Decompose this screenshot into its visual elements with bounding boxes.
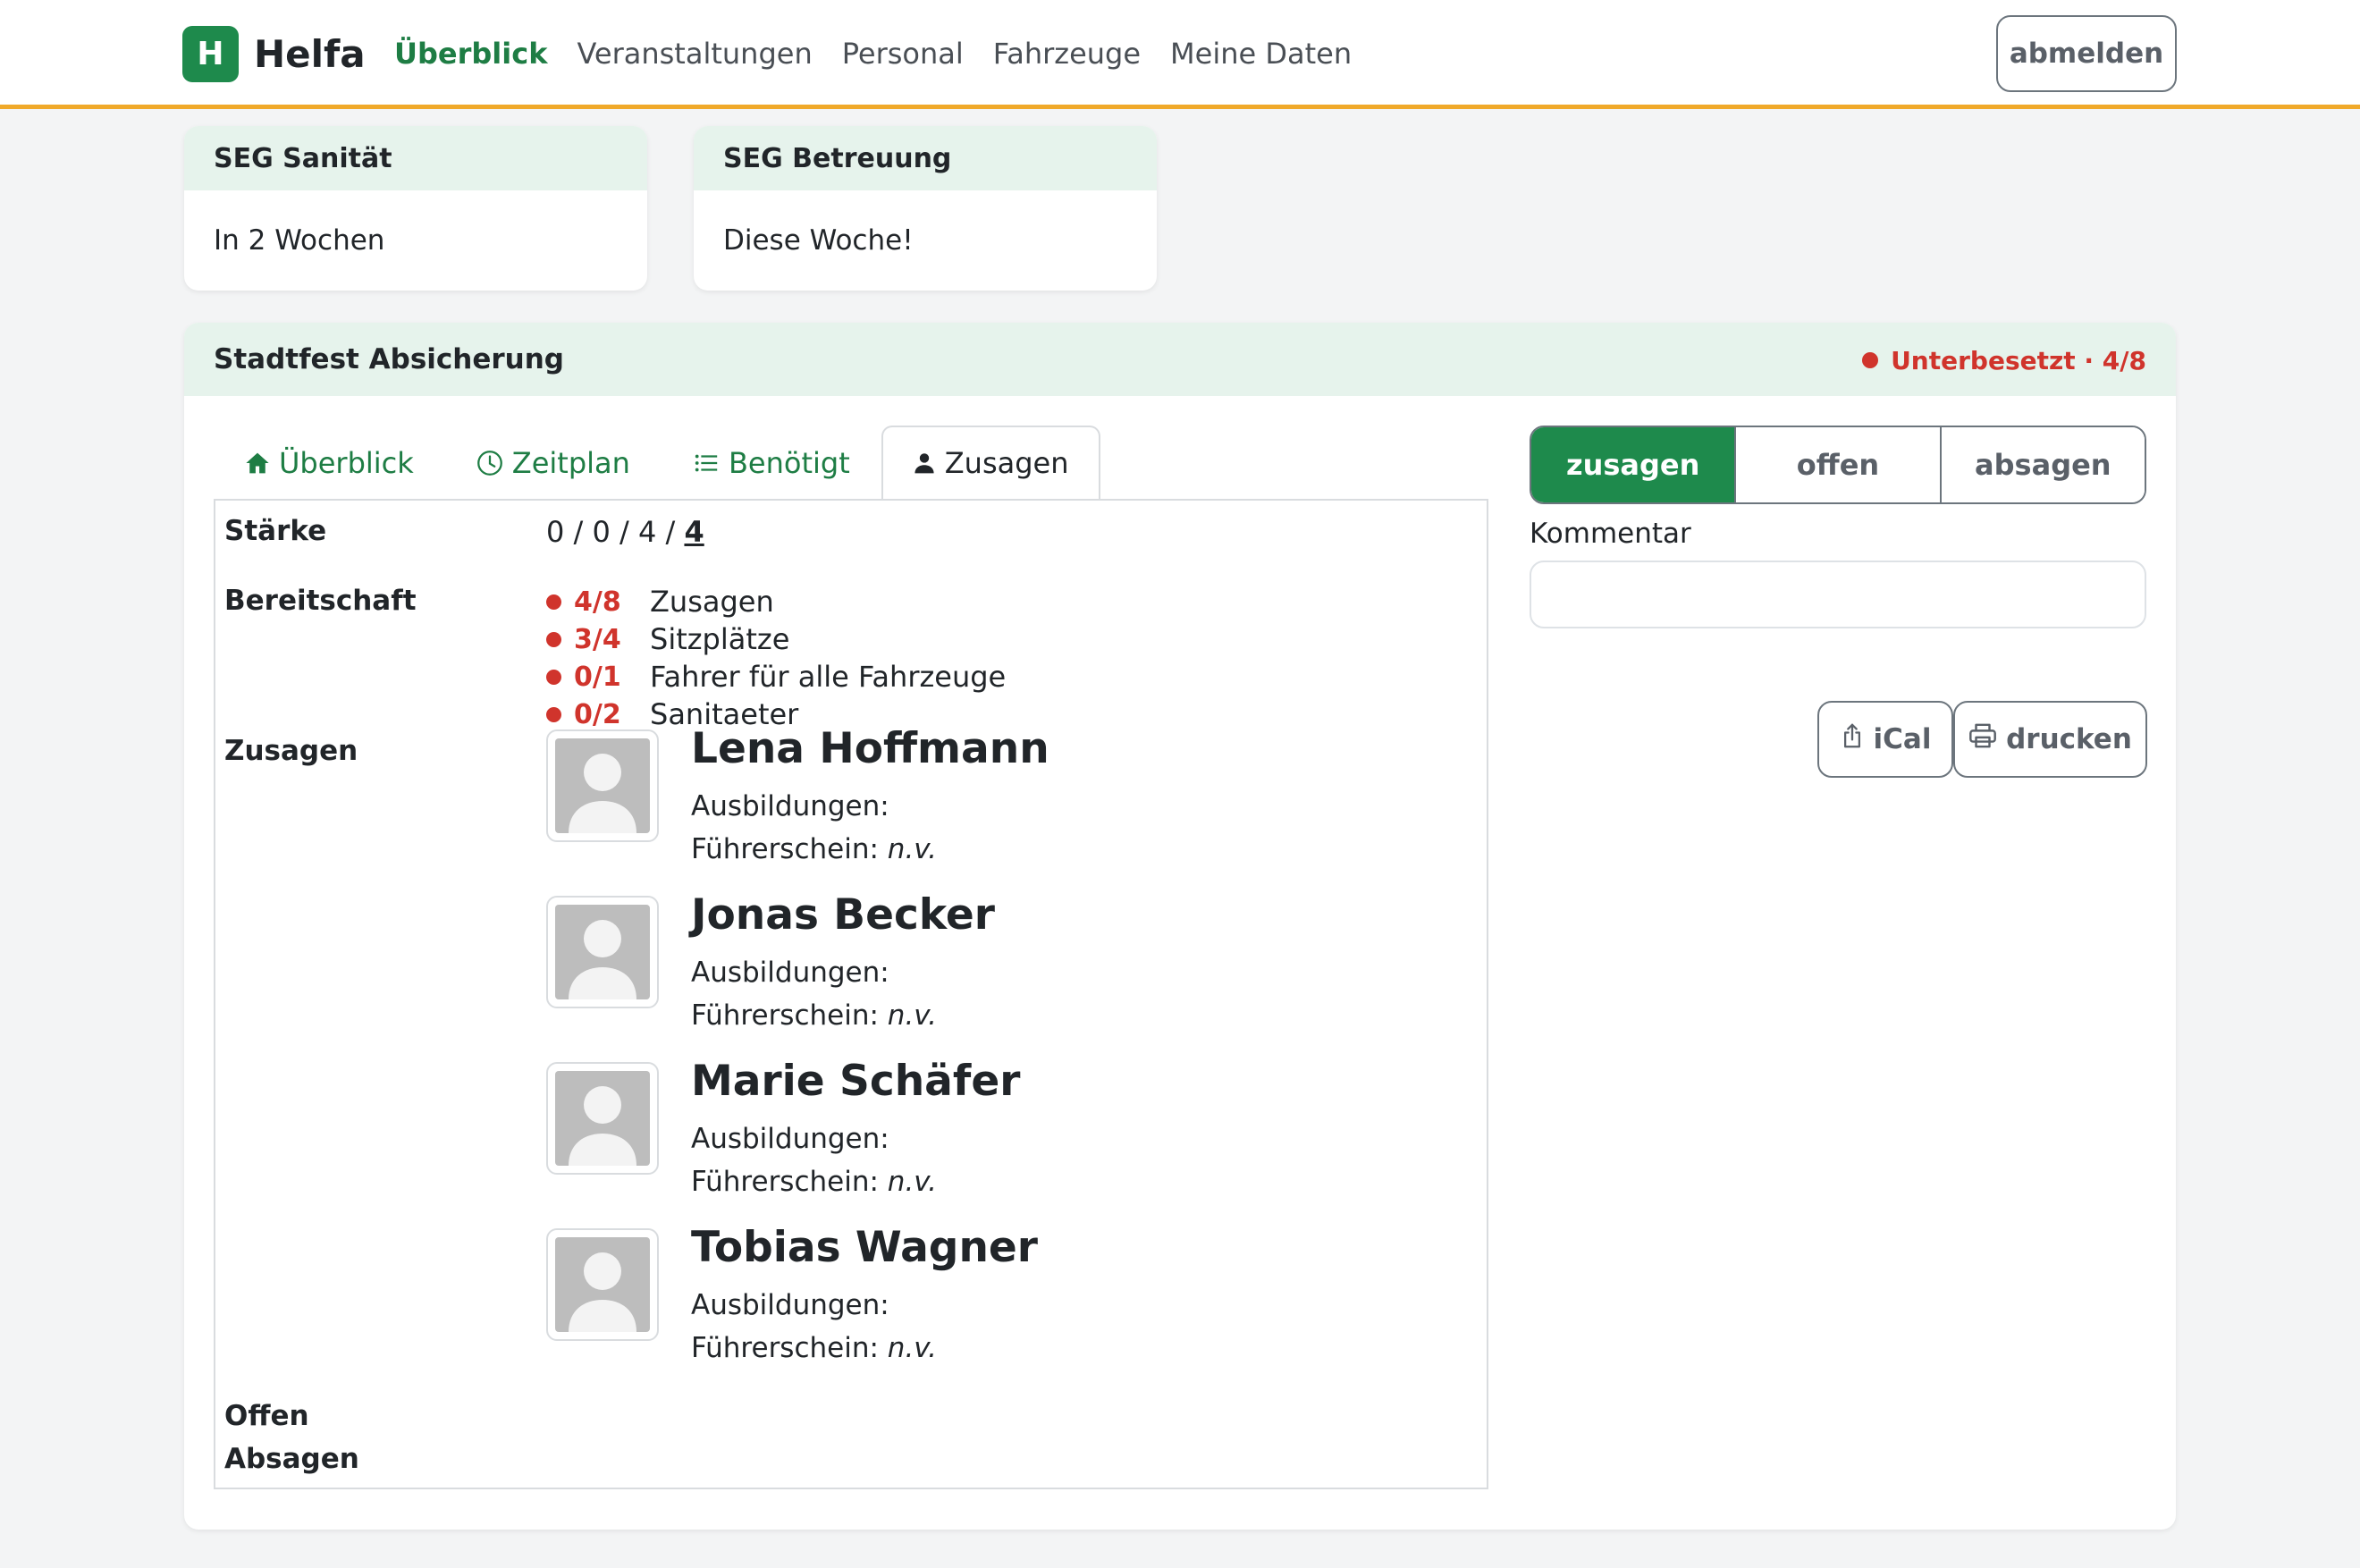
person-license: Führerschein: n.v. — [691, 1332, 937, 1364]
main-nav: Überblick Veranstaltungen Personal Fahrz… — [394, 27, 1352, 80]
nav-item-personnel[interactable]: Personal — [842, 37, 964, 71]
person-name[interactable]: Marie Schäfer — [691, 1057, 1020, 1106]
license-label: Führerschein: — [691, 999, 879, 1032]
person-name[interactable]: Lena Hoffmann — [691, 724, 1049, 773]
comment-input[interactable] — [1530, 561, 2146, 628]
logout-button[interactable]: abmelden — [1996, 15, 2177, 92]
readiness-item: 4/8 Zusagen — [546, 583, 1006, 620]
status-dot-icon — [1862, 352, 1879, 368]
nav-item-my-data[interactable]: Meine Daten — [1170, 37, 1352, 71]
ical-button[interactable]: iCal — [1817, 701, 1953, 778]
person-icon — [913, 451, 936, 475]
readiness-ratio: 0/2 — [574, 698, 621, 730]
readiness-ratio: 3/4 — [574, 623, 621, 655]
readiness-text: Fahrer für alle Fahrzeuge — [650, 660, 1007, 694]
share-icon — [1840, 722, 1865, 756]
avatar-placeholder-icon — [555, 1071, 650, 1166]
readiness-ratio: 4/8 — [574, 586, 621, 618]
license-value: n.v. — [887, 999, 937, 1032]
tab-label: Zeitplan — [511, 446, 630, 480]
declined-label: Absagen — [224, 1443, 359, 1475]
avatar-placeholder-icon — [555, 1237, 650, 1332]
avatar — [546, 896, 659, 1008]
tab-required[interactable]: Benötigt — [662, 426, 881, 499]
readiness-item: 3/4 Sitzplätze — [546, 620, 1006, 658]
avatar-placeholder-icon — [555, 905, 650, 999]
decline-button[interactable]: absagen — [1939, 427, 2145, 502]
group-card-subtitle: In 2 Wochen — [214, 224, 385, 257]
avatar-placeholder-icon — [555, 738, 650, 833]
comment-label: Kommentar — [1530, 518, 1691, 550]
license-value: n.v. — [887, 1166, 937, 1198]
strength-counts: 0 / 0 / 4 / — [546, 515, 685, 549]
person-name[interactable]: Jonas Becker — [691, 890, 995, 940]
person-training: Ausbildungen: — [691, 1289, 889, 1321]
event-card: Stadtfest Absicherung Unterbesetzt · 4/8… — [184, 323, 2176, 1530]
print-button[interactable]: drucken — [1953, 701, 2147, 778]
tab-schedule[interactable]: Zeitplan — [445, 426, 662, 499]
person-name[interactable]: Tobias Wagner — [691, 1223, 1038, 1272]
status-dot-icon — [546, 706, 561, 722]
open-button[interactable]: offen — [1734, 427, 1940, 502]
printer-icon — [1968, 722, 1997, 756]
readiness-list: 4/8 Zusagen 3/4 Sitzplätze 0/1 Fahrer fü… — [546, 583, 1006, 733]
nav-item-events[interactable]: Veranstaltungen — [577, 37, 812, 71]
readiness-ratio: 0/1 — [574, 661, 621, 693]
group-card-title: SEG Betreuung — [694, 126, 1157, 190]
avatar — [546, 1228, 659, 1341]
readiness-label: Bereitschaft — [224, 585, 417, 617]
group-card-title: SEG Sanität — [184, 126, 647, 190]
list-icon — [693, 450, 720, 476]
commitments-label: Zusagen — [224, 735, 358, 767]
tab-label: Zusagen — [944, 446, 1069, 480]
avatar — [546, 1062, 659, 1175]
nav-item-overview[interactable]: Überblick — [394, 37, 547, 71]
event-title: Stadtfest Absicherung — [214, 343, 564, 375]
tab-commitments[interactable]: Zusagen — [881, 426, 1100, 499]
open-label: Offen — [224, 1400, 309, 1432]
print-label: drucken — [2006, 723, 2132, 755]
tab-label: Benötigt — [728, 446, 850, 480]
accept-button[interactable]: zusagen — [1531, 427, 1735, 502]
strength-total: 4 — [684, 515, 704, 549]
tab-overview[interactable]: Überblick — [214, 426, 445, 499]
readiness-text: Sitzplätze — [650, 622, 790, 656]
avatar — [546, 729, 659, 842]
commitments-pane: Stärke 0 / 0 / 4 / 4 Bereitschaft 4/8 Zu… — [214, 499, 1488, 1489]
clock-icon — [476, 450, 503, 476]
license-label: Führerschein: — [691, 1166, 879, 1198]
person-license: Führerschein: n.v. — [691, 1166, 937, 1198]
status-badge: Unterbesetzt · 4/8 — [1862, 323, 2146, 398]
brand-name[interactable]: Helfa — [254, 27, 366, 80]
house-icon — [245, 451, 270, 476]
person-license: Führerschein: n.v. — [691, 999, 937, 1032]
ical-label: iCal — [1873, 723, 1932, 755]
license-label: Führerschein: — [691, 833, 879, 865]
strength-value: 0 / 0 / 4 / 4 — [546, 515, 704, 549]
person-license: Führerschein: n.v. — [691, 833, 937, 865]
response-button-group: zusagen offen absagen — [1530, 426, 2146, 504]
group-card-subtitle: Diese Woche! — [723, 224, 914, 257]
group-card-sanitaet[interactable]: SEG Sanität In 2 Wochen — [184, 126, 647, 291]
status-dot-icon — [546, 631, 561, 647]
readiness-item: 0/1 Fahrer für alle Fahrzeuge — [546, 658, 1006, 695]
license-value: n.v. — [887, 833, 937, 865]
license-label: Führerschein: — [691, 1332, 879, 1364]
nav-item-vehicles[interactable]: Fahrzeuge — [993, 37, 1141, 71]
person-training: Ausbildungen: — [691, 957, 889, 989]
person-training: Ausbildungen: — [691, 1123, 889, 1155]
status-dot-icon — [546, 594, 561, 610]
event-tabs: Überblick Zeitplan Benötigt Zusagen — [214, 426, 1100, 499]
tab-label: Überblick — [279, 446, 414, 480]
person-training: Ausbildungen: — [691, 790, 889, 822]
group-card-betreuung[interactable]: SEG Betreuung Diese Woche! — [694, 126, 1157, 291]
brand-logo-icon[interactable]: H — [182, 26, 239, 82]
event-card-header: Stadtfest Absicherung Unterbesetzt · 4/8 — [184, 323, 2176, 396]
license-value: n.v. — [887, 1332, 937, 1364]
readiness-text: Zusagen — [650, 585, 774, 619]
navbar: H Helfa Überblick Veranstaltungen Person… — [0, 0, 2360, 109]
status-text: Unterbesetzt · 4/8 — [1891, 345, 2146, 375]
status-dot-icon — [546, 669, 561, 685]
strength-label: Stärke — [224, 515, 327, 547]
